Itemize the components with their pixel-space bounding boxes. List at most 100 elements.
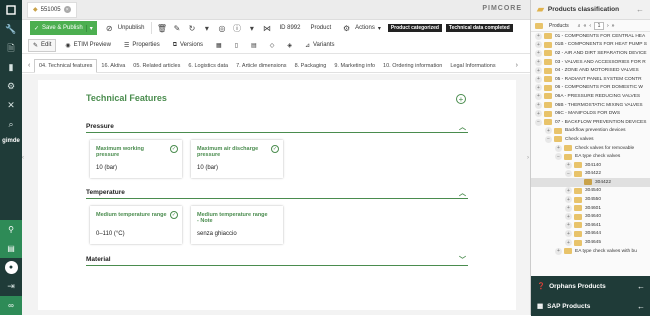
search-icon[interactable]: ⌕ xyxy=(0,115,22,134)
expand-icon[interactable]: + xyxy=(565,230,572,238)
add-icon[interactable]: + xyxy=(456,94,466,104)
tree-node[interactable]: +304140 xyxy=(531,161,650,170)
tree-node[interactable]: +02 - AIR AND DIRT SEPARATION DEVICE xyxy=(531,49,650,58)
tree-node[interactable]: +04 - ZONE AND MOTORISED VALVES xyxy=(531,66,650,75)
trash-icon[interactable]: 🗑 xyxy=(156,24,167,33)
chevron-down-icon[interactable]: ▾ xyxy=(85,24,93,32)
tab-ordering-information[interactable]: 10. Ordering information xyxy=(379,59,446,73)
tree-node[interactable]: +06 - COMPONENTS FOR DOMESTIC W xyxy=(531,84,650,93)
expand-icon[interactable]: + xyxy=(565,196,572,204)
collapse-icon[interactable]: − xyxy=(555,153,562,161)
tab-article-dimensions[interactable]: 7. Article dimensions xyxy=(232,59,290,73)
wrench-icon[interactable]: 🔧 xyxy=(0,20,22,39)
last-page-icon[interactable]: » xyxy=(612,23,615,29)
collapse-left-icon[interactable]: ‹ xyxy=(22,155,24,161)
expand-icon[interactable]: + xyxy=(565,161,572,169)
chevron-down-icon[interactable]: ▾ xyxy=(246,24,257,33)
tree-node[interactable]: + Check valves for removable xyxy=(531,144,650,153)
expand-icon[interactable]: + xyxy=(535,32,542,40)
etim-preview-tab[interactable]: ◉ ETIM Preview xyxy=(61,40,115,51)
tag-icon[interactable]: ◇ xyxy=(266,40,279,51)
expand-icon[interactable]: + xyxy=(555,144,562,152)
avatar[interactable]: ● xyxy=(4,261,18,274)
notifications-icon[interactable]: ▤ xyxy=(0,239,22,258)
logout-icon[interactable]: ⇥ xyxy=(0,277,22,296)
chevron-down-icon[interactable]: ▾ xyxy=(201,24,212,33)
properties-tab[interactable]: ☰ Properties xyxy=(120,40,164,51)
unpublish-button[interactable]: ⊘ Unpublish xyxy=(101,21,148,35)
tree-node[interactable]: +06A - PRESSURE REDUCING VALVES xyxy=(531,92,650,101)
reload-icon[interactable]: ↻ xyxy=(186,24,197,33)
schedule-icon[interactable]: ▤ xyxy=(247,40,261,51)
section-material[interactable]: Material ﹀ xyxy=(86,256,468,266)
calendar-icon[interactable]: ▦ xyxy=(212,40,226,51)
tree-node[interactable]: +304550 xyxy=(531,195,650,204)
document-icon[interactable]: 🗎 xyxy=(0,39,22,58)
search-icon[interactable]: ⌕ xyxy=(578,23,581,29)
tree-node[interactable]: − EA type check valves xyxy=(531,152,650,161)
expand-arrow-icon[interactable]: ← xyxy=(637,302,645,311)
share-icon[interactable]: ⋈ xyxy=(261,24,272,33)
chevron-up-icon[interactable]: ︿ xyxy=(459,188,466,198)
pimcore-infinity-icon[interactable]: ∞ xyxy=(0,296,22,315)
tree-node[interactable]: +06B - THERMOSTATIC MIXING VALVES xyxy=(531,101,650,110)
expand-icon[interactable]: + xyxy=(535,92,542,100)
field-card-max-working-pressure[interactable]: Maximum working pressure 10 (bar) ✓ xyxy=(90,140,182,178)
section-pressure[interactable]: Pressure ︿ xyxy=(86,123,468,133)
tree-node[interactable]: +304645 xyxy=(531,238,650,247)
info-icon[interactable]: ⓘ xyxy=(231,23,242,34)
expand-icon[interactable]: + xyxy=(535,58,542,66)
section-temperature[interactable]: Temperature ︿ xyxy=(86,189,468,199)
tree-node[interactable]: 304422 xyxy=(531,178,650,187)
tree-node[interactable]: + Backflow prevention devices xyxy=(531,127,650,136)
tree-node[interactable]: − Check valves xyxy=(531,135,650,144)
expand-icon[interactable]: + xyxy=(545,127,552,135)
target-icon[interactable]: ◎ xyxy=(216,24,227,33)
expand-icon[interactable]: + xyxy=(535,49,542,57)
field-card-max-air-discharge-pressure[interactable]: Maximum air discharge pressure 10 (bar) … xyxy=(191,140,283,178)
tree-node[interactable]: − 07 - BACKFLOW PREVENTION DEVICES xyxy=(531,118,650,127)
tree-node[interactable]: +01B - COMPONENTS FOR HEAT PUMP S xyxy=(531,41,650,50)
first-page-icon[interactable]: « xyxy=(584,23,587,29)
versions-tab[interactable]: ⧉ Versions xyxy=(169,40,207,51)
save-publish-button[interactable]: ✓ Save & Publish ▾ xyxy=(30,21,97,35)
tree-node[interactable]: +06C - MANIFOLDS FOR DWS xyxy=(531,109,650,118)
prev-page-icon[interactable]: ‹ xyxy=(589,23,591,29)
chevron-down-icon[interactable]: ﹀ xyxy=(459,255,466,265)
expand-icon[interactable]: + xyxy=(565,187,572,195)
user-status-icon[interactable]: ⚲ xyxy=(0,220,22,239)
actions-button[interactable]: ⚙ Actions ▾ xyxy=(338,21,384,35)
bookmark-icon[interactable]: ▯ xyxy=(231,40,242,51)
tree-node[interactable]: +01 - COMPONENTS FOR CENTRAL HEA xyxy=(531,32,650,41)
field-card-medium-temperature-note[interactable]: Medium temperature range - Note senza gh… xyxy=(191,206,283,244)
expand-icon[interactable]: + xyxy=(535,67,542,75)
chart-icon[interactable]: ▮ xyxy=(0,58,22,77)
expand-icon[interactable]: + xyxy=(565,221,572,229)
chevron-right-icon[interactable]: › xyxy=(512,62,522,69)
tab-aktiva[interactable]: 16. Aktiva xyxy=(97,59,129,73)
tree-node[interactable]: +304644 xyxy=(531,230,650,239)
expand-icon[interactable]: + xyxy=(535,75,542,83)
expand-icon[interactable]: + xyxy=(535,110,542,118)
tree-node[interactable]: +304640 xyxy=(531,212,650,221)
doc-tab[interactable]: ◆ 551005 × xyxy=(27,1,77,18)
expand-icon[interactable]: + xyxy=(555,247,562,255)
edit-tab[interactable]: ✎ Edit xyxy=(28,38,57,52)
pencil-icon[interactable]: ✎ xyxy=(171,24,182,33)
tab-technical-features[interactable]: 04. Technical features xyxy=(34,59,98,73)
app-logo[interactable] xyxy=(0,0,22,20)
tab-marketing-info[interactable]: 9. Marketing info xyxy=(330,59,379,73)
expand-icon[interactable]: + xyxy=(565,239,572,247)
settings-icon[interactable]: ⚙ xyxy=(0,77,22,96)
next-page-icon[interactable]: › xyxy=(607,23,609,29)
expand-icon[interactable]: + xyxy=(535,84,542,92)
chevron-left-icon[interactable]: ‹ xyxy=(24,62,34,69)
tools-icon[interactable]: ✕ xyxy=(0,96,22,115)
expand-arrow-icon[interactable]: ← xyxy=(637,282,645,291)
sap-products-panel[interactable]: ▦ SAP Products ← xyxy=(531,296,650,316)
collapse-icon[interactable]: − xyxy=(535,118,542,126)
tab-packaging[interactable]: 8. Packaging xyxy=(291,59,331,73)
tree-node[interactable]: − 304422 xyxy=(531,170,650,179)
workflow-icon[interactable]: ◈ xyxy=(283,40,296,51)
collapse-icon[interactable]: − xyxy=(545,135,552,143)
